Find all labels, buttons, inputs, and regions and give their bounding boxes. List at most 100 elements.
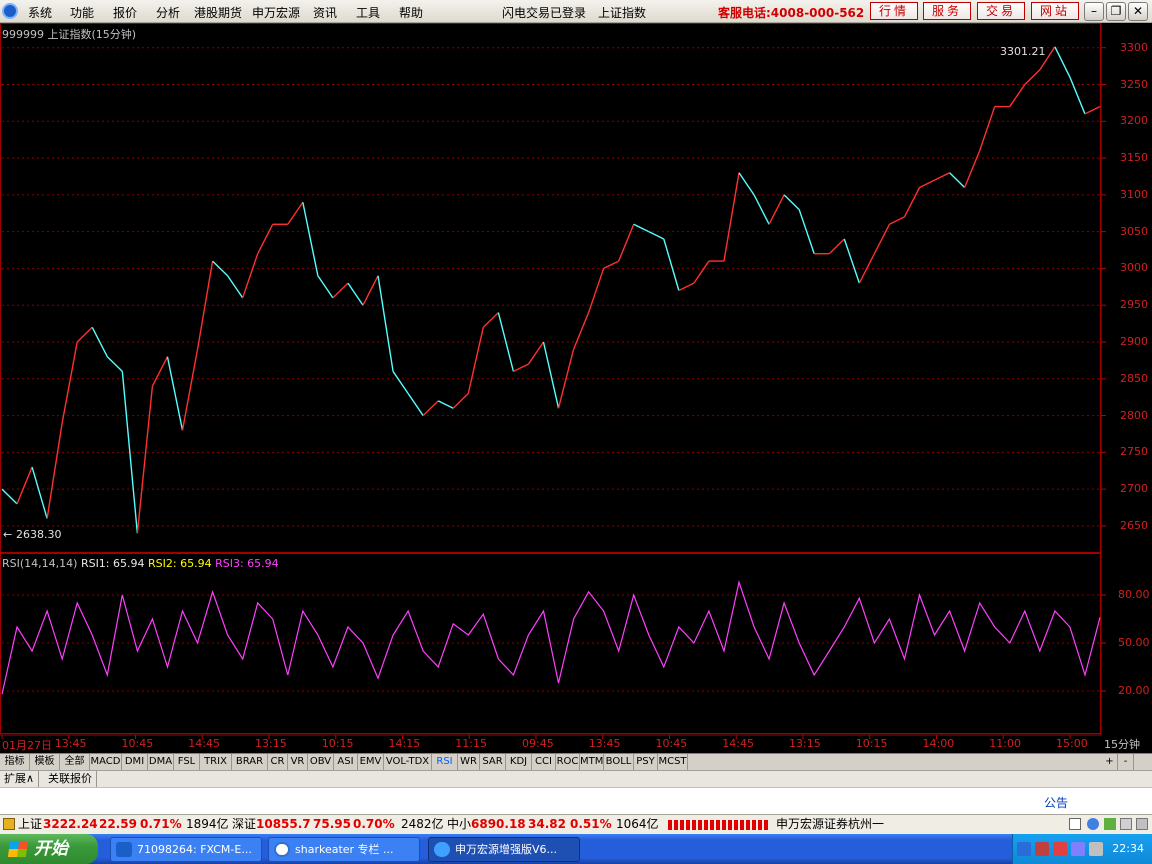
menu-shenwan[interactable]: 申万宏源 (252, 4, 300, 21)
kline-chart[interactable] (0, 23, 1152, 753)
rsi2-label: RSI2: (148, 557, 177, 570)
indicator-remove-button[interactable]: - (1118, 754, 1134, 770)
taskbar-item-shenwan[interactable]: 申万宏源增强版V6... (428, 837, 580, 862)
time-tick-label: 11:00 (989, 737, 1021, 750)
index-name: 上证指数(15分钟) (47, 28, 137, 41)
indicator-tab-asi[interactable]: ASI (334, 754, 358, 770)
period-label[interactable]: 15分钟 (1104, 736, 1140, 752)
indicator-tab-fsl[interactable]: FSL (174, 754, 200, 770)
indicator-add-button[interactable]: + (1102, 754, 1118, 770)
price-segment (212, 260, 229, 277)
indicator-tab-dmi[interactable]: DMI (122, 754, 148, 770)
tray-app-icon[interactable] (1053, 842, 1067, 856)
settings-icon[interactable] (1136, 818, 1148, 830)
price-panel-frame (0, 23, 1101, 553)
close-icon[interactable]: ✕ (1128, 2, 1148, 21)
price-segment (618, 224, 635, 262)
sme-price: 6890.18 (471, 817, 526, 831)
indicator-tab-全部[interactable]: 全部 (60, 754, 90, 770)
time-tick-label: 01月27日 (2, 739, 52, 752)
price-segment (362, 275, 379, 306)
browser-icon (274, 842, 290, 857)
lock-icon[interactable] (1120, 818, 1132, 830)
indicator-tab-psy[interactable]: PSY (634, 754, 658, 770)
rsi-line (1, 579, 1101, 695)
menu-hk-futures[interactable]: 港股期货 (194, 4, 242, 21)
price-segment (166, 356, 184, 431)
time-tick-label: 15:00 (1056, 737, 1088, 750)
indicator-tab-macd[interactable]: MACD (90, 754, 122, 770)
menu-news[interactable]: 资讯 (313, 4, 337, 21)
time-tick-label: 13:45 (54, 737, 87, 750)
indicator-tab-指标[interactable]: 指标 (0, 754, 30, 770)
price-segment (723, 172, 740, 262)
announcement-link[interactable]: 公告 (1044, 794, 1068, 811)
tray-network-icon[interactable] (1017, 842, 1031, 856)
price-segment (76, 326, 93, 343)
indicator-tab-cr[interactable]: CR (268, 754, 288, 770)
signal-icon[interactable] (1104, 818, 1116, 830)
tab-website[interactable]: 网站 (1031, 2, 1079, 20)
expand-button[interactable]: 扩展∧ (0, 771, 40, 787)
menu-analysis[interactable]: 分析 (156, 4, 180, 21)
status-icon (3, 818, 15, 830)
rsi-tick-label: 50.00 (1118, 636, 1150, 649)
indicator-tab-emv[interactable]: EMV (358, 754, 384, 770)
tray-chat-icon[interactable] (1071, 842, 1085, 856)
tray-volume-icon[interactable] (1089, 842, 1103, 856)
taskbar-item-blog[interactable]: sharkeater 专栏 ... (268, 837, 420, 862)
hotline-text: 客服电话:4008-000-562 (718, 6, 865, 20)
menu-tools[interactable]: 工具 (356, 4, 380, 21)
indicator-tab-sar[interactable]: SAR (480, 754, 506, 770)
indicator-tab-roc[interactable]: ROC (556, 754, 580, 770)
indicator-tab-vr[interactable]: VR (288, 754, 308, 770)
time-tick-label: 13:15 (255, 737, 287, 750)
price-segment (407, 393, 424, 416)
price-tick-label: 2950 (1120, 298, 1148, 312)
menu-help[interactable]: 帮助 (399, 4, 423, 21)
price-segment (377, 275, 394, 372)
tab-market[interactable]: 行情 (870, 2, 918, 20)
price-tick-label: 2850 (1120, 371, 1148, 385)
indicator-tab-trix[interactable]: TRIX (200, 754, 232, 770)
indicator-tab-模板[interactable]: 模板 (30, 754, 60, 770)
price-segment (557, 349, 575, 409)
window-icon[interactable] (1069, 818, 1081, 830)
indicator-tab-boll[interactable]: BOLL (604, 754, 634, 770)
price-tick-label: 2700 (1120, 482, 1148, 496)
menu-quote[interactable]: 报价 (113, 4, 137, 21)
start-button[interactable]: 开始 (0, 834, 98, 864)
indicator-tab-wr[interactable]: WR (458, 754, 480, 770)
indicator-tab-mcst[interactable]: MCST (658, 754, 688, 770)
indicator-tab-kdj[interactable]: KDJ (506, 754, 532, 770)
menu-function[interactable]: 功能 (70, 4, 94, 21)
price-segment (753, 194, 770, 225)
price-segment (587, 268, 605, 313)
restore-icon[interactable]: ❐ (1106, 2, 1126, 21)
indicator-tab-brar[interactable]: BRAR (232, 754, 268, 770)
price-tick-label: 2650 (1120, 518, 1148, 532)
low-label: 2638.30 (16, 528, 62, 541)
indicator-tab-cci[interactable]: CCI (532, 754, 556, 770)
info-icon[interactable] (1087, 818, 1099, 830)
price-segment (738, 172, 755, 196)
tab-trade[interactable]: 交易 (977, 2, 1025, 20)
indicator-tab-mtm[interactable]: MTM (580, 754, 604, 770)
indicator-tab-obv[interactable]: OBV (308, 754, 334, 770)
price-segment (302, 202, 319, 276)
price-tick-label: 3150 (1120, 151, 1148, 165)
price-segment (121, 371, 139, 534)
sz-amount: 2482亿 (401, 817, 444, 831)
menu-system[interactable]: 系统 (28, 4, 52, 21)
indicator-tab-dma[interactable]: DMA (148, 754, 174, 770)
related-quote-button[interactable]: 关联报价 (44, 771, 97, 787)
taskbar-item-fxcm[interactable]: 71098264: FXCM-E... (110, 837, 262, 862)
minimize-icon[interactable]: – (1084, 2, 1104, 21)
indicator-tab-vol-tdx[interactable]: VOL-TDX (384, 754, 432, 770)
time-tick-label: 14:45 (188, 737, 220, 750)
tray-security-icon[interactable] (1035, 842, 1049, 856)
indicator-tab-rsi[interactable]: RSI (432, 754, 458, 770)
chart-area[interactable]: 999999 上证指数(15分钟) 3301.21 2638.30 ← RSI(… (0, 23, 1152, 753)
tab-service[interactable]: 服务 (923, 2, 971, 20)
price-tick-label: 3300 (1120, 40, 1148, 54)
